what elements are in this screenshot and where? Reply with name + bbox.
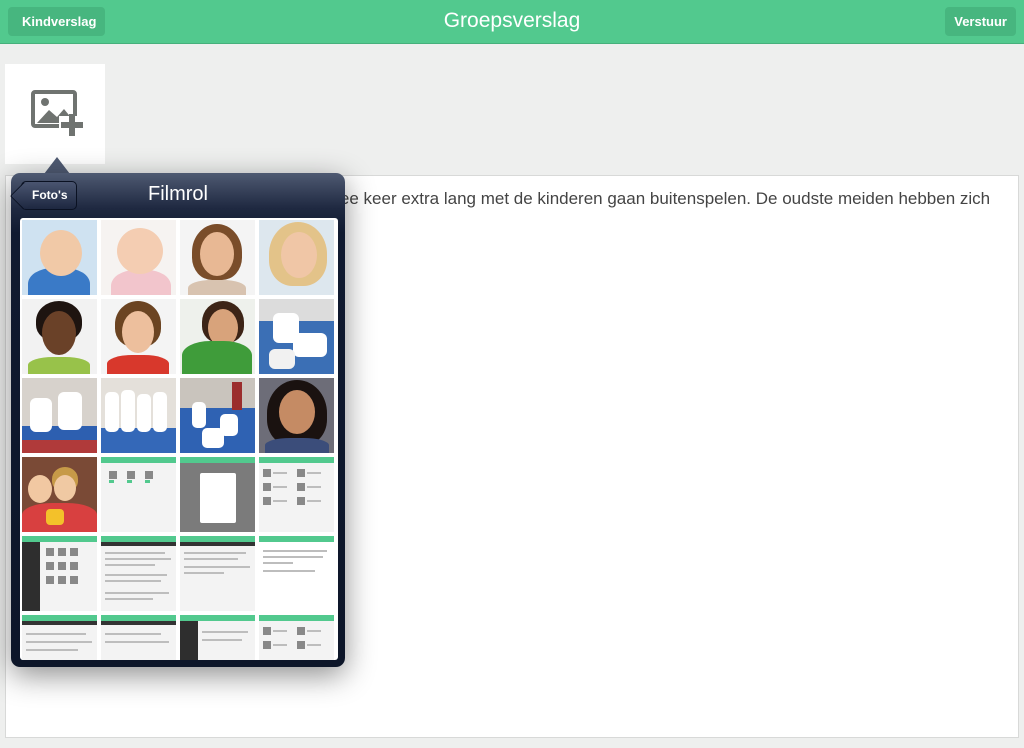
photo-thumbnail[interactable] bbox=[22, 378, 97, 453]
screenshot-thumbnail[interactable] bbox=[22, 536, 97, 611]
photo-thumbnail[interactable] bbox=[22, 299, 97, 374]
photo-thumbnail[interactable] bbox=[101, 299, 176, 374]
screenshot-thumbnail[interactable] bbox=[101, 457, 176, 532]
screenshot-thumbnail[interactable] bbox=[259, 536, 334, 611]
kindverslag-back-button[interactable]: Kindverslag bbox=[8, 7, 106, 36]
photos-back-label: Foto's bbox=[32, 188, 68, 202]
page-title: Groepsverslag bbox=[443, 9, 581, 32]
photo-grid bbox=[20, 218, 338, 660]
photo-picker-popover: Filmrol Foto's bbox=[11, 173, 345, 667]
screenshot-thumbnail[interactable] bbox=[259, 615, 334, 660]
photo-thumbnail[interactable] bbox=[101, 378, 176, 453]
photo-grid-scroll[interactable] bbox=[20, 218, 338, 660]
add-photo-button[interactable] bbox=[5, 64, 105, 164]
photo-thumbnail[interactable] bbox=[22, 220, 97, 295]
photo-thumbnail[interactable] bbox=[180, 299, 255, 374]
add-photo-icon bbox=[31, 90, 85, 136]
navigation-bar: Groepsverslag Kindverslag Verstuur bbox=[0, 0, 1024, 44]
screenshot-thumbnail[interactable] bbox=[180, 536, 255, 611]
photo-thumbnail[interactable] bbox=[259, 299, 334, 374]
photo-thumbnail[interactable] bbox=[22, 457, 97, 532]
screenshot-thumbnail[interactable] bbox=[101, 536, 176, 611]
photo-thumbnail[interactable] bbox=[180, 220, 255, 295]
photo-thumbnail[interactable] bbox=[101, 220, 176, 295]
photo-thumbnail[interactable] bbox=[180, 378, 255, 453]
screenshot-thumbnail[interactable] bbox=[259, 457, 334, 532]
photos-back-button[interactable]: Foto's bbox=[21, 181, 77, 210]
back-button-label: Kindverslag bbox=[22, 14, 97, 29]
screenshot-thumbnail[interactable] bbox=[180, 457, 255, 532]
screenshot-thumbnail[interactable] bbox=[22, 615, 97, 660]
screenshot-thumbnail[interactable] bbox=[101, 615, 176, 660]
popover-arrow bbox=[44, 157, 70, 174]
screenshot-thumbnail[interactable] bbox=[180, 615, 255, 660]
photo-thumbnail[interactable] bbox=[259, 220, 334, 295]
photo-thumbnail[interactable] bbox=[259, 378, 334, 453]
send-button[interactable]: Verstuur bbox=[945, 7, 1016, 36]
